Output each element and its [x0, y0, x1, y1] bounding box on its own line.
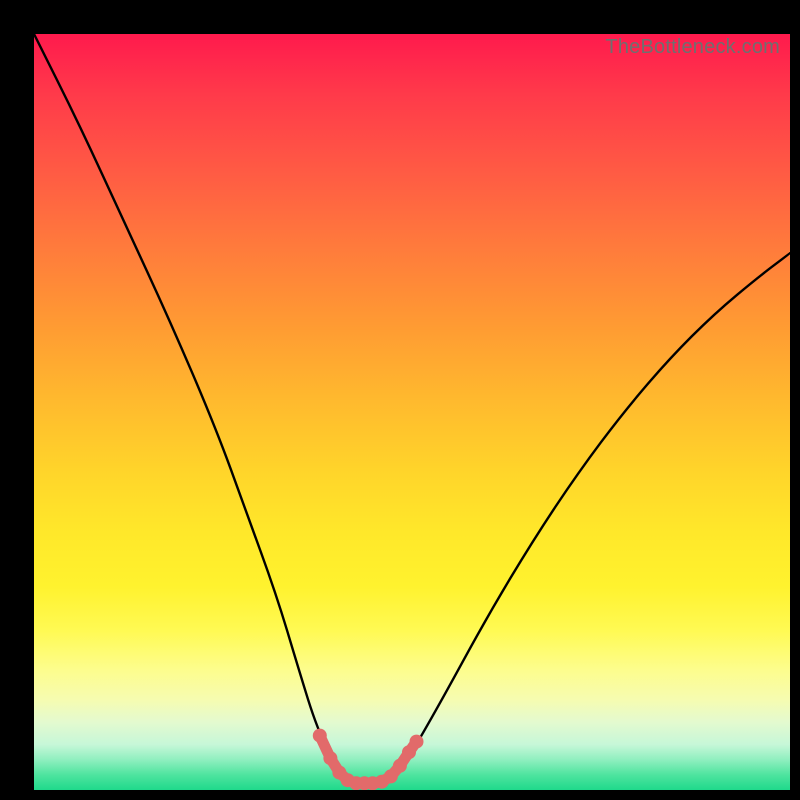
watermark-text: TheBottleneck.com: [605, 36, 780, 59]
valley-markers: [313, 729, 424, 790]
valley-marker: [323, 751, 337, 765]
valley-marker: [384, 769, 398, 783]
plot-area: TheBottleneck.com: [34, 34, 790, 790]
valley-marker: [410, 735, 424, 749]
curve-layer: [34, 34, 790, 790]
bottleneck-curve: [34, 34, 790, 782]
valley-marker: [393, 759, 407, 773]
chart-frame: TheBottleneck.com: [12, 12, 788, 788]
valley-marker: [313, 729, 327, 743]
